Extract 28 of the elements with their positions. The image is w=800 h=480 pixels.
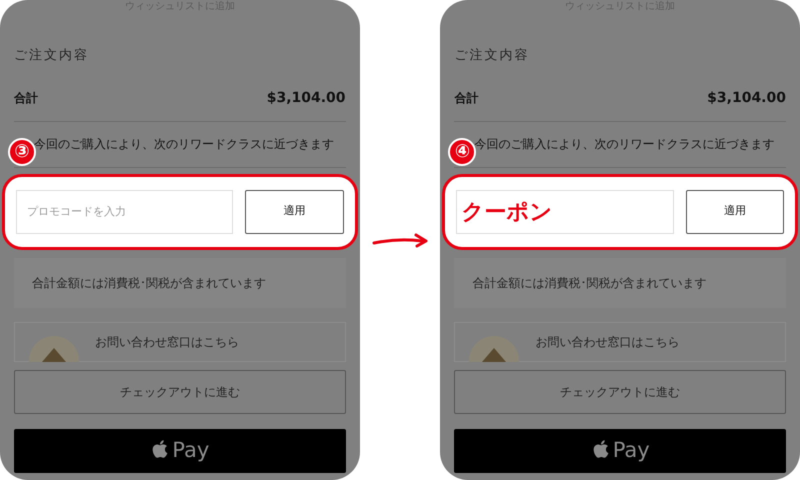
section-title: ご注文内容	[14, 47, 90, 65]
arrow-icon	[370, 232, 430, 248]
tax-note: 合計金額には消費税･関税が含まれています	[32, 274, 266, 292]
promo-code-field[interactable]: クーポン	[456, 190, 674, 234]
step-badge: ③	[8, 138, 36, 166]
contact-card[interactable]: お問い合わせ窓口はこちら	[14, 322, 346, 362]
section-title: ご注文内容	[454, 47, 530, 65]
contact-link[interactable]: お問い合わせ窓口はこちら	[535, 332, 680, 350]
total-label: 合計	[454, 90, 478, 107]
apple-icon	[150, 439, 170, 459]
apple-pay-button[interactable]: Pay	[454, 428, 786, 472]
reward-note: 今回のご購入により、次のリワードクラスに近づきます	[34, 136, 334, 153]
apply-button[interactable]: 適用	[245, 190, 344, 234]
tax-note: 合計金額には消費税･関税が含まれています	[472, 274, 706, 292]
total-label: 合計	[14, 90, 38, 107]
reward-note: 今回のご購入により、次のリワードクラスに近づきます	[474, 136, 774, 153]
contact-link[interactable]: お問い合わせ窓口はこちら	[95, 332, 239, 350]
apple-pay-button[interactable]: Pay	[14, 428, 346, 472]
apply-button[interactable]: 適用	[686, 190, 784, 234]
apple-icon	[590, 439, 611, 459]
contact-card[interactable]: お問い合わせ窓口はこちら	[454, 322, 786, 362]
avatar-icon	[29, 336, 79, 362]
checkout-button[interactable]: チェックアウトに進む	[14, 370, 346, 414]
promo-code-field[interactable]: プロモコードを入力	[16, 190, 234, 234]
checkout-button[interactable]: チェックアウトに進む	[454, 370, 786, 414]
total-value: $3,104.00	[266, 88, 346, 108]
step-badge: ④	[448, 138, 476, 166]
total-value: $3,104.00	[707, 88, 786, 108]
